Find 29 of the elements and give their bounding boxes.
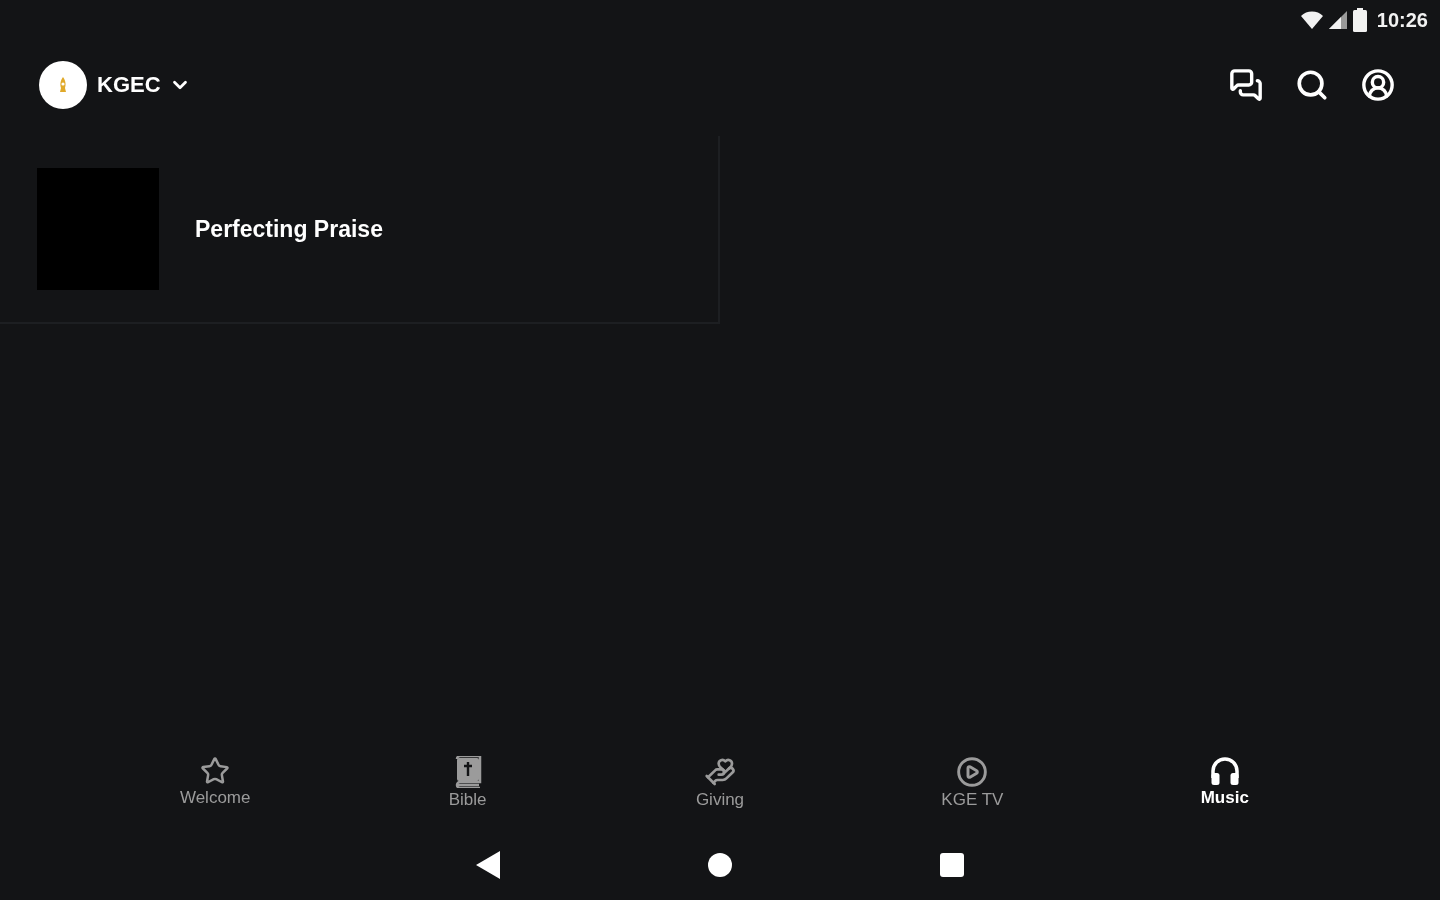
- church-logo-icon: [39, 61, 87, 109]
- nav-tab[interactable]: Music: [1098, 744, 1351, 830]
- recents-icon: [940, 853, 964, 877]
- battery-icon: [1352, 8, 1367, 32]
- nav-tab[interactable]: Bible: [341, 744, 594, 830]
- nav-tab[interactable]: Welcome: [89, 744, 342, 830]
- search-icon: [1295, 68, 1329, 102]
- back-icon: [476, 851, 500, 879]
- headphones-icon: [1209, 756, 1240, 786]
- home-icon: [708, 853, 732, 877]
- chat-icon: [1229, 68, 1263, 102]
- nav-tab[interactable]: KGE TV: [846, 744, 1099, 830]
- messages-button[interactable]: [1228, 67, 1264, 103]
- hand-heart-icon: [704, 756, 736, 788]
- playlist-card[interactable]: Perfecting Praise: [0, 136, 720, 324]
- home-button[interactable]: [708, 853, 732, 877]
- back-button[interactable]: [476, 851, 500, 879]
- church-selector[interactable]: KGEC: [97, 72, 191, 98]
- profile-icon: [1361, 68, 1395, 102]
- wifi-icon: [1300, 11, 1323, 29]
- play-circle-icon: [956, 756, 989, 788]
- status-time: 10:26: [1376, 8, 1428, 32]
- search-button[interactable]: [1294, 67, 1330, 103]
- profile-button[interactable]: [1360, 67, 1396, 103]
- nav-tab[interactable]: Giving: [593, 744, 847, 830]
- playlist-title: Perfecting Praise: [195, 215, 383, 243]
- signal-icon: [1328, 11, 1347, 29]
- star-icon: [200, 756, 231, 786]
- bible-icon: [453, 756, 482, 788]
